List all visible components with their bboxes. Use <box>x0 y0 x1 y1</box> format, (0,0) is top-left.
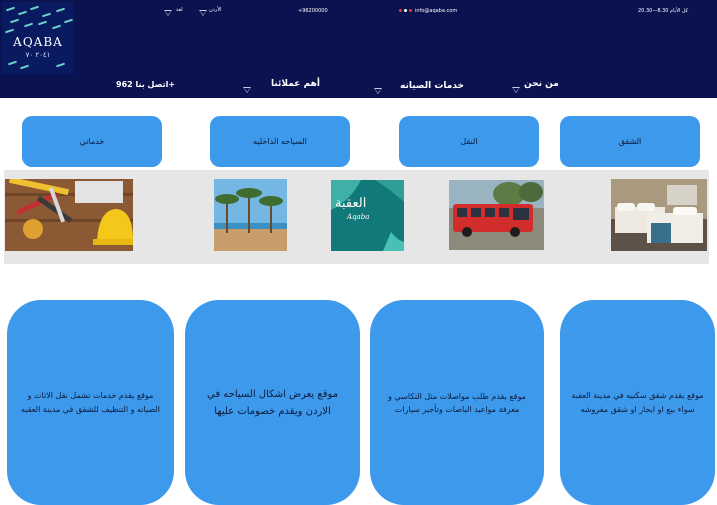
fish-icon <box>63 18 74 24</box>
nav-contact[interactable]: اتصل بنا 962+ <box>116 80 175 89</box>
fish-icon <box>4 28 15 34</box>
fish-icon <box>5 6 16 12</box>
fish-icon <box>9 18 20 24</box>
logo-subtitle: ٢٠٤١ ٧٠ <box>25 51 51 59</box>
country-select[interactable]: الأردن <box>209 7 222 13</box>
nav-maintenance[interactable]: خدمات الصيانه <box>400 81 464 91</box>
flag-icon <box>404 9 407 12</box>
fish-icon <box>19 64 30 70</box>
tourism-card[interactable]: موقع يعرض اشكال السياحه في الاردن ويقدم … <box>185 300 360 505</box>
sea-caption: العقبة <box>335 196 367 211</box>
transport-card[interactable]: موقع يقدم طلب مواصلات مثل التكاسي و معرف… <box>370 300 544 505</box>
tour-bus-photo[interactable] <box>449 180 544 250</box>
fish-icon <box>7 60 18 66</box>
palm-image <box>214 179 287 251</box>
category-services-button[interactable]: خدماتي <box>22 116 162 167</box>
services-card[interactable]: موقع يقدم خدمات تشمل نقل الاثاث و الصيان… <box>7 300 174 505</box>
phone-number[interactable]: +96200000 <box>298 8 328 14</box>
nav-clients[interactable]: أهم عملائنا <box>271 79 320 89</box>
fish-icon <box>51 24 62 30</box>
bedroom-photo[interactable] <box>611 179 707 251</box>
chevron-down-icon[interactable] <box>374 88 382 94</box>
fish-icon <box>55 62 66 68</box>
fish-icon <box>29 5 40 11</box>
email-link[interactable]: info@aqaba.com <box>415 8 457 14</box>
site-header: AQABA ٢٠٤١ ٧٠ كل الأيام 8.30—20.30 info@… <box>0 0 717 98</box>
bus-image <box>449 180 544 250</box>
fish-icon <box>55 7 66 13</box>
chevron-down-icon[interactable] <box>512 87 520 93</box>
tourism-card-text: موقع يعرض اشكال السياحه في الاردن ويقدم … <box>206 388 338 417</box>
chevron-down-icon[interactable] <box>243 87 251 93</box>
nav-about[interactable]: من نحن <box>524 79 559 89</box>
opening-hours: كل الأيام 8.30—20.30 <box>638 8 689 14</box>
aqaba-sea-photo[interactable]: العقبة Aqaba <box>331 180 404 251</box>
category-transport-button[interactable]: النقل <box>399 116 539 167</box>
fish-icon <box>23 22 34 28</box>
chevron-down-icon[interactable] <box>199 10 207 16</box>
fish-icon <box>41 12 52 18</box>
site-logo[interactable]: AQABA ٢٠٤١ ٧٠ <box>2 2 74 74</box>
tools-photo[interactable] <box>5 179 133 251</box>
apartments-card[interactable]: موقع يقدم شقق سكنيه في مدينة العقبة سواء… <box>560 300 715 505</box>
fish-icon <box>17 10 28 16</box>
palm-beach-photo[interactable] <box>214 179 287 251</box>
category-tourism-button[interactable]: السياحه الداخليه <box>210 116 350 167</box>
services-card-text: موقع يقدم خدمات تشمل نقل الاثاث و الصيان… <box>21 390 160 414</box>
flag-icon <box>399 9 402 12</box>
tools-image <box>5 179 133 251</box>
sea-caption-latin: Aqaba <box>347 213 370 221</box>
apartments-card-text: موقع يقدم شقق سكنيه في مدينة العقبة سواء… <box>571 390 704 414</box>
language-select[interactable]: لغة <box>176 7 183 13</box>
transport-card-text: موقع يقدم طلب مواصلات مثل التكاسي و معرف… <box>388 391 526 414</box>
fish-icon <box>37 20 48 26</box>
flag-icon <box>409 9 412 12</box>
bedroom-image <box>611 179 707 251</box>
category-apartments-button[interactable]: الشقق <box>560 116 700 167</box>
logo-title: AQABA <box>13 35 63 49</box>
chevron-down-icon[interactable] <box>164 10 172 16</box>
